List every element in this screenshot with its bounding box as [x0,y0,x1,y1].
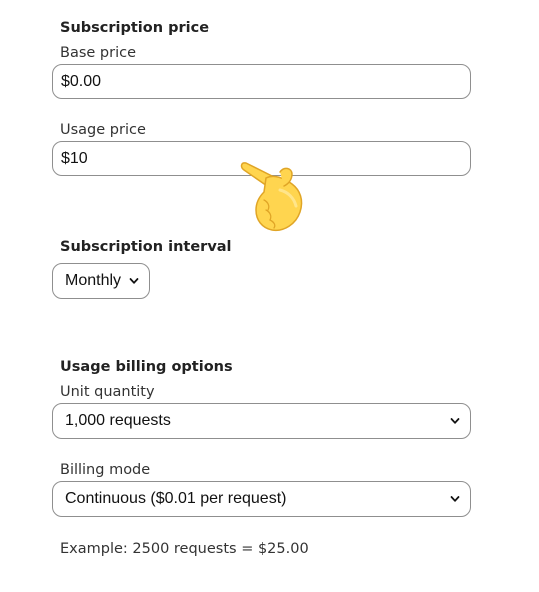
billing-mode-select[interactable]: Continuous ($0.01 per request) [52,481,471,517]
subscription-interval-value: Monthly [65,272,122,289]
chevron-down-icon [129,276,139,286]
base-price-label: Base price [60,45,137,61]
chevron-down-icon [450,494,460,504]
billing-example-text: Example: 2500 requests = $25.00 [60,541,309,557]
subscription-interval-select[interactable]: Monthly [52,263,150,299]
base-price-input[interactable]: $0.00 [52,64,471,99]
usage-billing-heading: Usage billing options [60,359,233,375]
subscription-form: Subscription price Base price $0.00 Usag… [0,0,539,592]
billing-mode-label: Billing mode [60,462,151,478]
chevron-down-icon [450,416,460,426]
unit-quantity-value: 1,000 requests [65,412,171,429]
subscription-interval-heading: Subscription interval [60,239,232,255]
pointing-hand-icon [236,160,308,236]
usage-price-label: Usage price [60,122,146,138]
unit-quantity-select[interactable]: 1,000 requests [52,403,471,439]
subscription-price-heading: Subscription price [60,20,210,36]
unit-quantity-label: Unit quantity [60,384,155,400]
billing-mode-value: Continuous ($0.01 per request) [65,490,287,507]
